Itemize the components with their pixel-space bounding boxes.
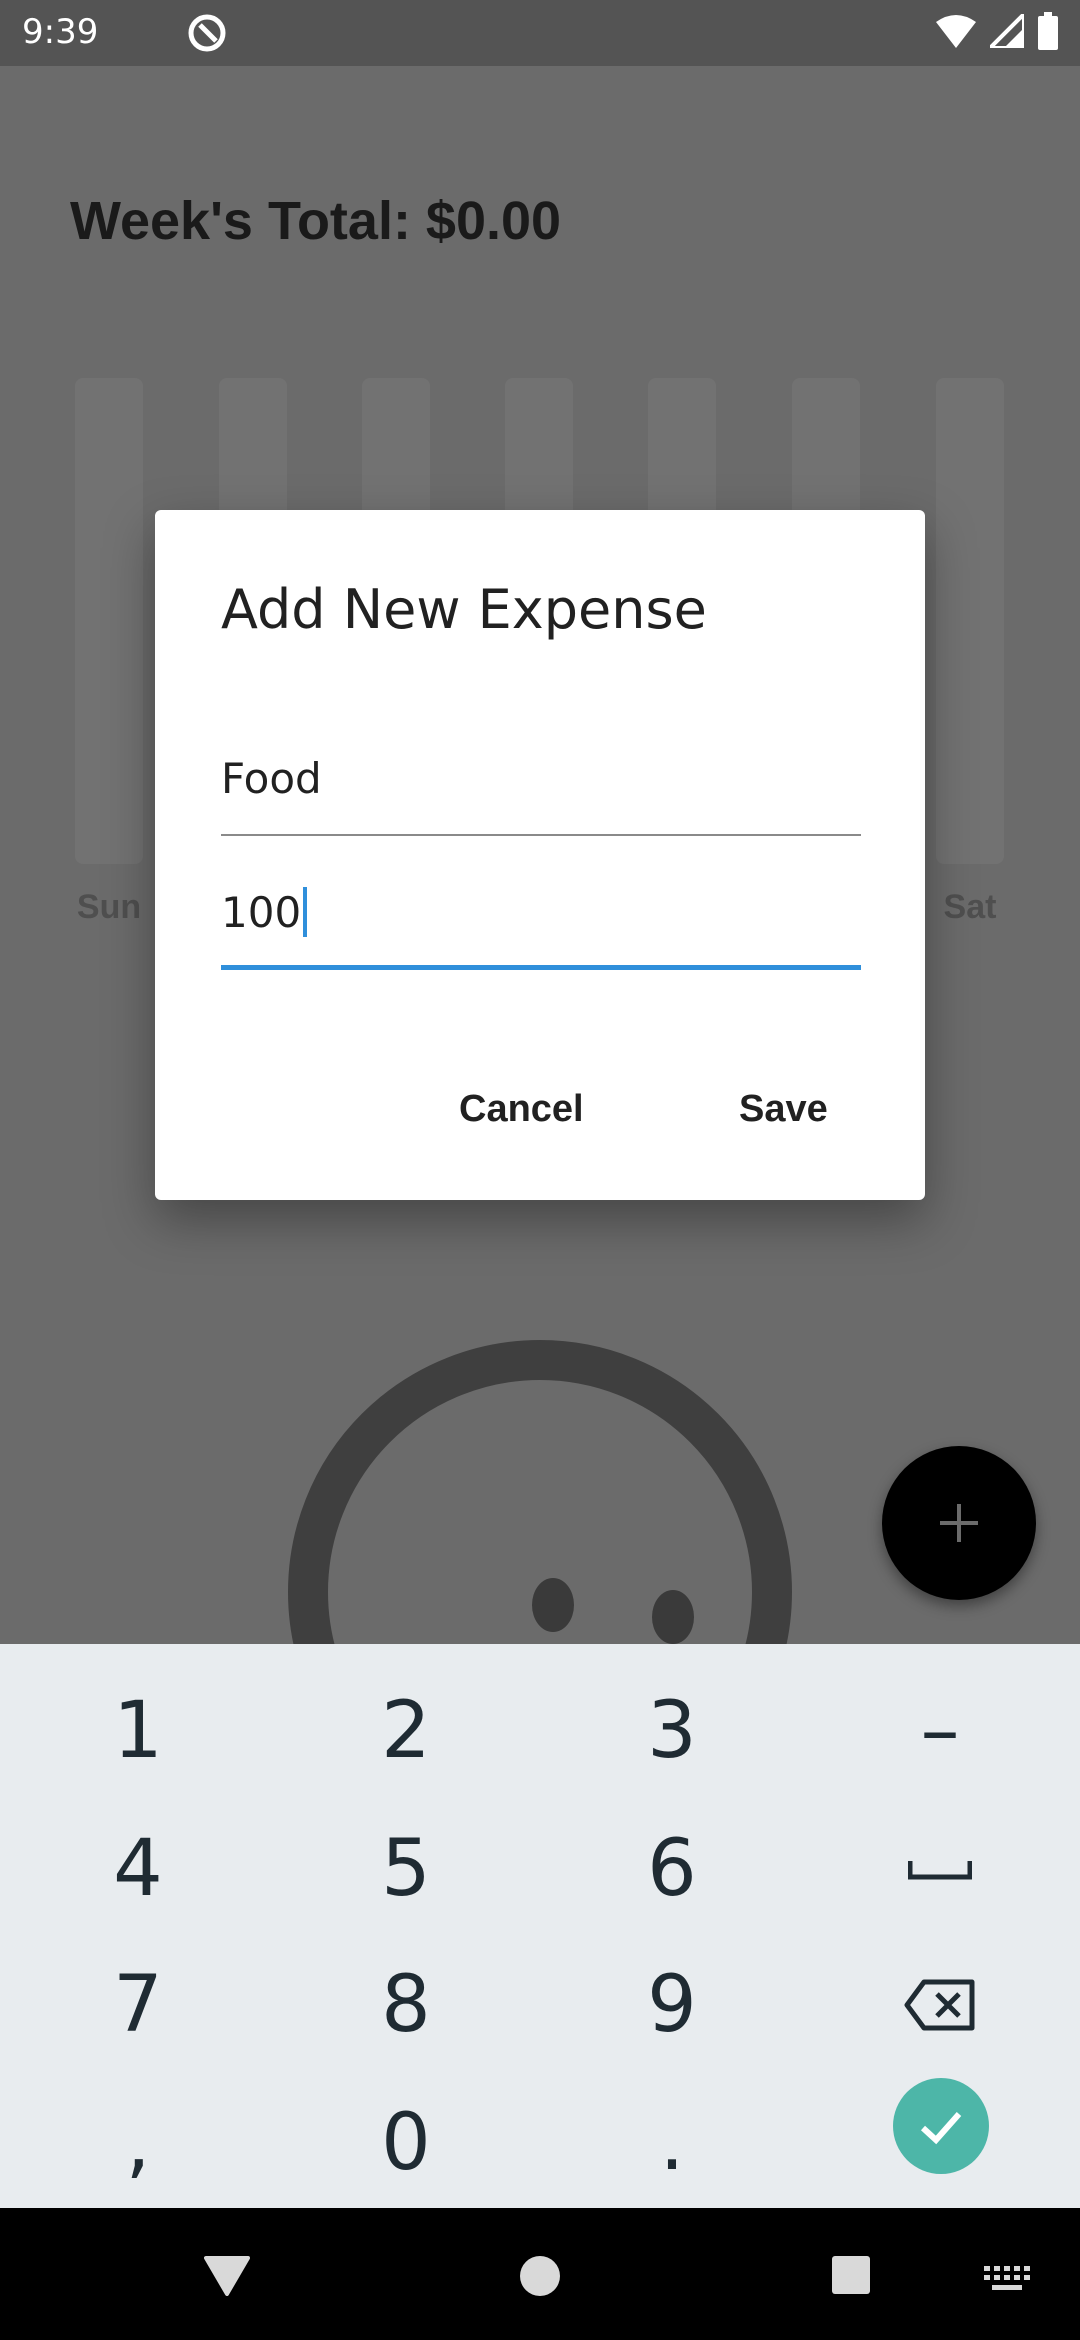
key-3[interactable]: 3	[572, 1666, 772, 1796]
navigation-bar	[0, 2208, 1080, 2340]
key-0[interactable]: 0	[306, 2078, 506, 2208]
key-4[interactable]: 4	[38, 1804, 238, 1934]
space-bar-icon	[908, 1861, 972, 1880]
amount-field-row: 100	[221, 882, 861, 942]
status-time: 9:39	[22, 12, 99, 52]
text-cursor	[303, 887, 308, 937]
day-label-sat: Sat	[943, 888, 997, 926]
key-2[interactable]: 2	[306, 1666, 506, 1796]
category-field-value: Food	[221, 753, 322, 803]
day-bar-sun	[75, 378, 143, 864]
category-field[interactable]: Food	[221, 728, 861, 836]
add-expense-fab[interactable]	[882, 1446, 1036, 1600]
battery-icon	[1038, 11, 1058, 55]
amount-field-underline	[221, 965, 861, 970]
keyboard-switch-icon[interactable]	[984, 2266, 1030, 2294]
enter-key[interactable]	[893, 2078, 989, 2174]
dialog-title: Add New Expense	[221, 578, 707, 641]
home-icon[interactable]	[518, 2254, 562, 2298]
cancel-button[interactable]: Cancel	[459, 1088, 584, 1131]
space-key[interactable]	[840, 1804, 1040, 1934]
recents-icon[interactable]	[830, 2254, 872, 2296]
category-field-underline	[221, 834, 861, 836]
cell-signal-icon	[985, 8, 1026, 53]
key-8[interactable]: 8	[306, 1940, 506, 2070]
status-icons	[936, 8, 1058, 55]
key-comma[interactable]: ,	[38, 2078, 238, 2208]
face-left-eye	[532, 1578, 574, 1632]
save-button[interactable]: Save	[739, 1088, 828, 1131]
add-expense-dialog: Add New Expense Food 100 Cancel Save	[155, 510, 925, 1200]
app-notification-icon	[186, 12, 228, 54]
key-minus[interactable]: –	[840, 1666, 1040, 1796]
backspace-key[interactable]	[840, 1940, 1040, 2070]
checkmark-icon	[920, 2112, 962, 2145]
amount-field-value: 100	[221, 887, 302, 937]
key-5[interactable]: 5	[306, 1804, 506, 1934]
key-period[interactable]: .	[572, 2078, 772, 2208]
wifi-icon	[936, 14, 976, 53]
key-9[interactable]: 9	[572, 1940, 772, 2070]
backspace-icon	[904, 1979, 975, 2031]
face-right-eye	[652, 1590, 694, 1644]
day-bar-sat	[936, 378, 1004, 864]
key-1[interactable]: 1	[38, 1666, 238, 1796]
back-icon[interactable]	[204, 2254, 250, 2296]
week-total: Week's Total: $0.00	[70, 191, 562, 251]
status-bar: 9:39	[0, 0, 1080, 66]
day-label-sun: Sun	[76, 888, 142, 926]
key-6[interactable]: 6	[572, 1804, 772, 1934]
plus-icon	[940, 1504, 978, 1542]
amount-field[interactable]: 100	[221, 860, 861, 970]
key-7[interactable]: 7	[38, 1940, 238, 2070]
